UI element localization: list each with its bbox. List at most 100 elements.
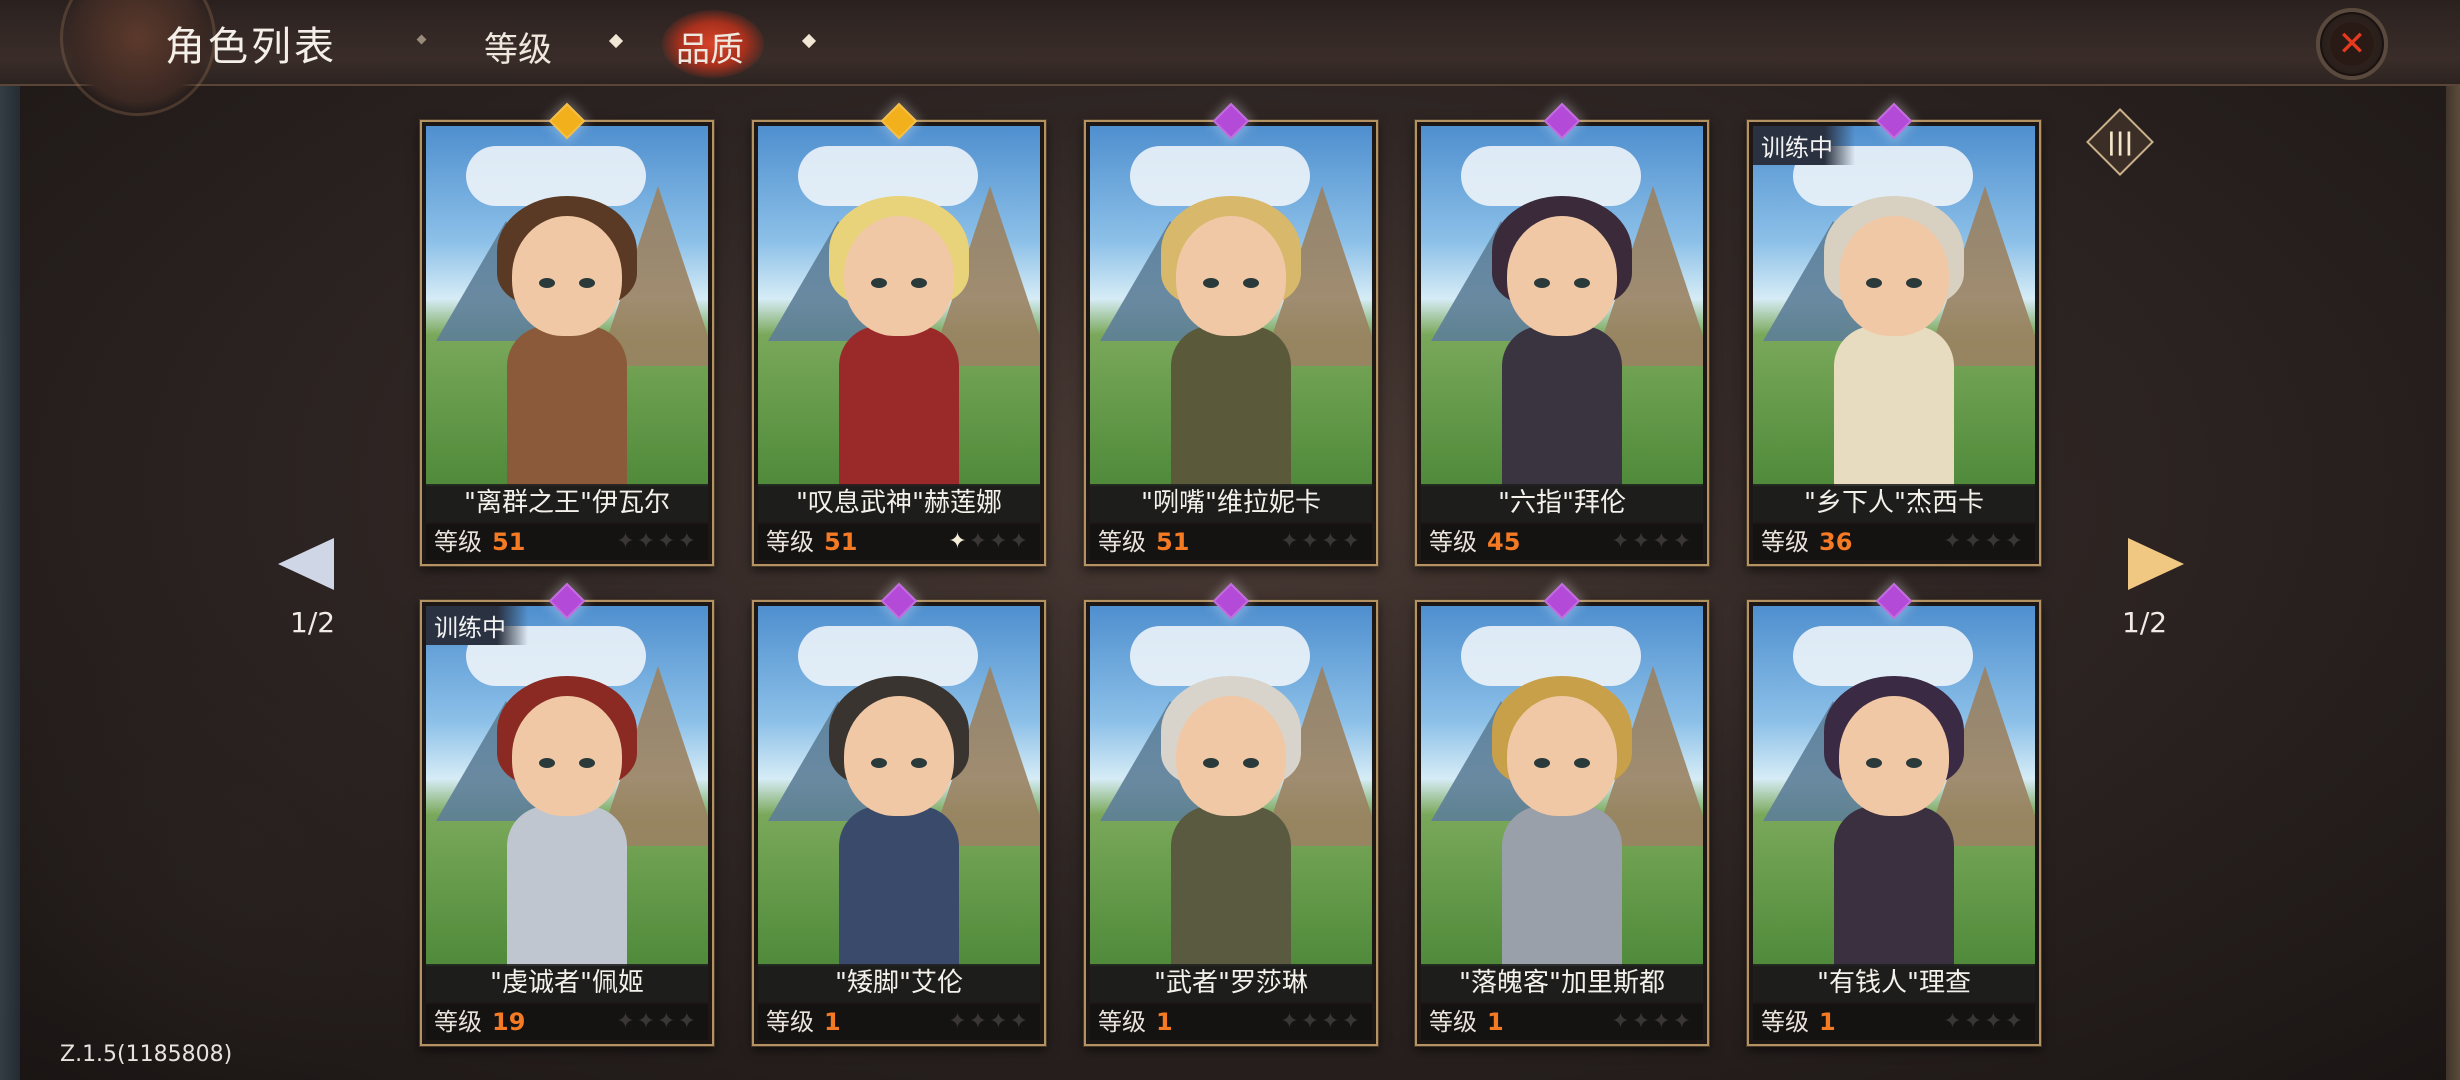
star-icon: ✦ — [1652, 529, 1673, 554]
page-indicator-left: 1/2 — [290, 606, 336, 639]
character-card[interactable]: "六指"拜伦 等级 45 ✦✦✦✦ — [1415, 102, 1709, 566]
close-x-icon: ✕ — [2330, 22, 2374, 66]
star-icon: ✦ — [1611, 529, 1632, 554]
star-icon: ✦ — [1300, 529, 1322, 554]
character-figure — [1131, 676, 1331, 966]
star-icon: ✦ — [948, 1009, 969, 1034]
star-rating: ✦✦✦✦ — [1611, 1004, 1693, 1040]
close-button[interactable]: ✕ — [2316, 8, 2388, 80]
prev-page-button[interactable] — [268, 518, 358, 608]
character-card[interactable]: "离群之王"伊瓦尔 等级 51 ✦✦✦✦ — [420, 102, 714, 566]
character-name: "离群之王"伊瓦尔 — [426, 484, 708, 522]
star-icon: ✦ — [1984, 1009, 2005, 1034]
arrow-left-icon — [278, 538, 334, 590]
star-icon: ✦ — [677, 529, 698, 554]
star-icon: ✦ — [1009, 529, 1030, 554]
character-name: "乡下人"杰西卡 — [1753, 484, 2035, 522]
star-icon: ✦ — [616, 1009, 637, 1034]
star-icon: ✦ — [1631, 529, 1653, 554]
character-card[interactable]: "咧嘴"维拉妮卡 等级 51 ✦✦✦✦ — [1084, 102, 1378, 566]
level-bar: 等级 1 ✦✦✦✦ — [1753, 1004, 2035, 1040]
star-rating: ✦✦✦✦ — [1611, 524, 1693, 560]
character-portrait — [1090, 606, 1372, 966]
level-label: 等级 — [1761, 1008, 1809, 1036]
level-bar: 等级 1 ✦✦✦✦ — [758, 1004, 1040, 1040]
training-label: 训练中 — [434, 614, 506, 642]
diamond-separator-icon — [608, 33, 624, 49]
character-card[interactable]: "矮脚"艾伦 等级 1 ✦✦✦✦ — [752, 582, 1046, 1046]
level-label: 等级 — [1098, 1008, 1146, 1036]
diamond-separator-icon — [416, 34, 427, 45]
level-label: 等级 — [434, 1008, 482, 1036]
character-name: "武者"罗莎琳 — [1090, 964, 1372, 1002]
level-bar: 等级 36 ✦✦✦✦ — [1753, 524, 2035, 560]
star-icon: ✦ — [636, 529, 658, 554]
star-icon: ✦ — [1672, 1009, 1693, 1034]
column-filter-icon[interactable]: ||| — [2086, 108, 2154, 176]
star-rating: ✦✦✦✦ — [1280, 524, 1362, 560]
version-label: Z.1.5(1185808) — [60, 1042, 233, 1067]
star-icon: ✦ — [2004, 529, 2025, 554]
character-card[interactable]: "有钱人"理查 等级 1 ✦✦✦✦ — [1747, 582, 2041, 1046]
character-card[interactable]: "落魄客"加里斯都 等级 1 ✦✦✦✦ — [1415, 582, 1709, 1046]
training-label: 训练中 — [1761, 134, 1833, 162]
star-rating: ✦✦✦✦ — [1280, 1004, 1362, 1040]
background-right-edge — [2446, 60, 2460, 1080]
star-icon: ✦ — [1652, 1009, 1673, 1034]
character-figure — [1131, 196, 1331, 486]
star-rating: ✦✦✦✦ — [1943, 1004, 2025, 1040]
level-bar: 等级 1 ✦✦✦✦ — [1090, 1004, 1372, 1040]
star-icon: ✦ — [1321, 529, 1342, 554]
star-icon: ✦ — [968, 529, 990, 554]
star-rating: ✦✦✦✦ — [616, 524, 698, 560]
tab-quality[interactable]: 品质 — [676, 22, 744, 71]
star-rating: ✦✦✦✦ — [948, 524, 1030, 560]
character-figure — [467, 676, 667, 966]
level-bar: 等级 45 ✦✦✦✦ — [1421, 524, 1703, 560]
level-bar: 等级 51 ✦✦✦✦ — [426, 524, 708, 560]
level-bar: 等级 51 ✦✦✦✦ — [758, 524, 1040, 560]
character-portrait — [758, 126, 1040, 486]
character-name: "虔诚者"佩姬 — [426, 964, 708, 1002]
tab-level[interactable]: 等级 — [484, 22, 552, 71]
character-card[interactable]: 训练中 "虔诚者"佩姬 等级 19 ✦✦✦✦ — [420, 582, 714, 1046]
character-figure — [799, 676, 999, 966]
level-bar: 等级 1 ✦✦✦✦ — [1421, 1004, 1703, 1040]
character-card[interactable]: "武者"罗莎琳 等级 1 ✦✦✦✦ — [1084, 582, 1378, 1046]
level-label: 等级 — [1429, 528, 1477, 556]
star-rating: ✦✦✦✦ — [1943, 524, 2025, 560]
character-name: "六指"拜伦 — [1421, 484, 1703, 522]
level-label: 等级 — [1429, 1008, 1477, 1036]
star-icon: ✦ — [1984, 529, 2005, 554]
character-card[interactable]: "叹息武神"赫莲娜 等级 51 ✦✦✦✦ — [752, 102, 1046, 566]
character-portrait — [1753, 126, 2035, 486]
level-value: 1 — [1487, 1008, 1504, 1036]
star-rating: ✦✦✦✦ — [948, 1004, 1030, 1040]
star-icon: ✦ — [1631, 1009, 1653, 1034]
diamond-separator-icon — [801, 33, 817, 49]
star-icon: ✦ — [1280, 529, 1301, 554]
level-value: 1 — [824, 1008, 841, 1036]
character-portrait — [1753, 606, 2035, 966]
next-page-button[interactable] — [2104, 518, 2194, 608]
level-label: 等级 — [1761, 528, 1809, 556]
arrow-right-icon — [2128, 538, 2184, 590]
star-icon: ✦ — [1672, 529, 1693, 554]
star-icon: ✦ — [1963, 529, 1985, 554]
star-icon: ✦ — [968, 1009, 990, 1034]
star-icon: ✦ — [1280, 1009, 1301, 1034]
character-name: "落魄客"加里斯都 — [1421, 964, 1703, 1002]
level-value: 1 — [1156, 1008, 1173, 1036]
level-value: 51 — [492, 528, 526, 556]
level-value: 19 — [492, 1008, 526, 1036]
character-portrait — [1421, 126, 1703, 486]
character-figure — [467, 196, 667, 486]
star-icon: ✦ — [677, 1009, 698, 1034]
star-icon: ✦ — [1341, 1009, 1362, 1034]
character-portrait — [426, 126, 708, 486]
character-card[interactable]: 训练中 "乡下人"杰西卡 等级 36 ✦✦✦✦ — [1747, 102, 2041, 566]
page-indicator-right: 1/2 — [2122, 606, 2168, 639]
star-icon: ✦ — [1943, 1009, 1964, 1034]
character-name: "咧嘴"维拉妮卡 — [1090, 484, 1372, 522]
level-label: 等级 — [766, 1008, 814, 1036]
